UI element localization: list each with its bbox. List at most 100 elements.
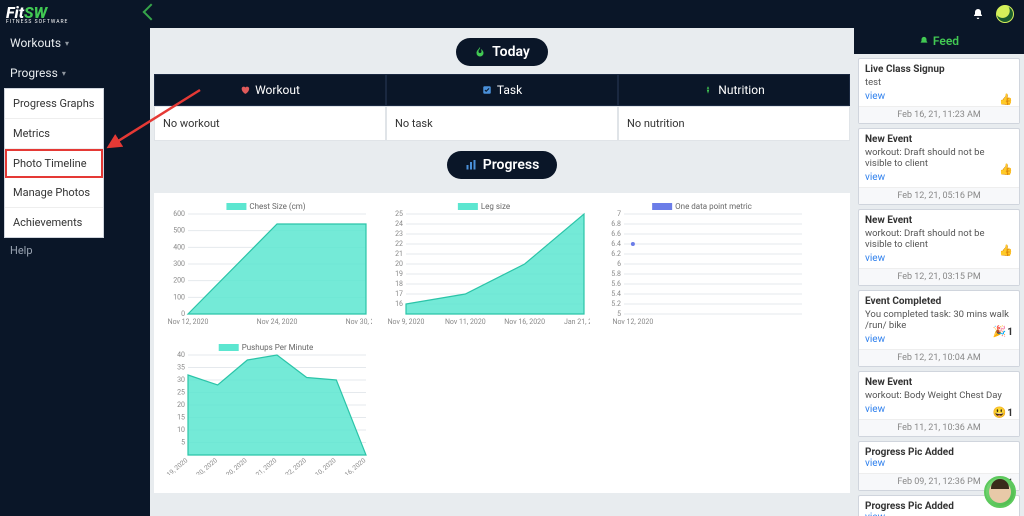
feed-view-link[interactable]: view: [865, 334, 885, 345]
svg-text:200: 200: [173, 277, 185, 285]
svg-text:0: 0: [181, 310, 185, 318]
feed-card-title: New Event: [865, 377, 1013, 388]
tab-task[interactable]: Task: [386, 74, 618, 106]
svg-text:5: 5: [181, 439, 185, 447]
chart-2[interactable]: One data point metric55.25.45.65.866.26.…: [596, 199, 808, 334]
feed-card: New Event workout: Body Weight Chest Day v…: [858, 371, 1020, 437]
svg-text:16: 16: [395, 300, 403, 308]
feed-timestamp: Feb 12, 21, 10:04 AM: [859, 349, 1019, 366]
feed-view-link[interactable]: view: [865, 172, 885, 183]
submenu-photo-timeline[interactable]: Photo Timeline: [5, 149, 103, 178]
svg-text:Aug 21, 2020: Aug 21, 2020: [244, 456, 278, 475]
svg-text:20: 20: [395, 260, 403, 268]
reaction-icon[interactable]: 👍: [999, 244, 1013, 257]
feed-timestamp: Feb 11, 21, 10:36 AM: [859, 419, 1019, 436]
heart-icon: [240, 85, 250, 95]
reaction-icon[interactable]: 👍: [999, 163, 1013, 176]
tab-nutrition[interactable]: Nutrition: [618, 74, 850, 106]
sidebar: Workouts▾ Progress▾ Progress Graphs Metr…: [0, 28, 150, 516]
svg-text:Sep 10, 2020: Sep 10, 2020: [304, 456, 338, 475]
svg-text:5.2: 5.2: [611, 300, 621, 308]
today-pill[interactable]: Today: [456, 38, 548, 66]
svg-text:24: 24: [395, 220, 403, 228]
logo[interactable]: FitSW FITNESS SOFTWARE: [0, 0, 150, 28]
svg-text:35: 35: [177, 364, 185, 372]
feed-card-body: workout: Draft should not be visible to …: [865, 228, 1013, 250]
progress-submenu: Progress Graphs Metrics Photo Timeline M…: [4, 88, 104, 238]
support-avatar: [989, 481, 1011, 503]
svg-text:500: 500: [173, 227, 185, 235]
svg-text:Aug 22, 2020: Aug 22, 2020: [274, 456, 308, 475]
svg-text:5.6: 5.6: [611, 280, 621, 288]
svg-text:5.8: 5.8: [611, 270, 621, 278]
user-avatar[interactable]: [996, 5, 1014, 23]
bell-icon[interactable]: [972, 8, 984, 20]
today-label: Today: [492, 44, 530, 60]
svg-text:17: 17: [395, 290, 403, 298]
reaction-icon[interactable]: 🎉1: [993, 325, 1013, 338]
svg-text:23: 23: [395, 230, 403, 238]
charts-container: Chest Size (cm)0100200300400500600Nov 12…: [154, 193, 850, 493]
progress-label: Progress: [483, 157, 540, 173]
feed-view-link[interactable]: view: [865, 404, 885, 415]
svg-text:5.4: 5.4: [611, 290, 621, 298]
sidebar-item-help[interactable]: Help: [0, 238, 150, 263]
svg-text:21: 21: [395, 250, 403, 258]
svg-text:7: 7: [617, 210, 621, 218]
bars-icon: [465, 159, 477, 171]
progress-pill[interactable]: Progress: [447, 151, 558, 179]
svg-text:300: 300: [173, 260, 185, 268]
feed-card-title: New Event: [865, 134, 1013, 145]
svg-text:Aug 20, 2020: Aug 20, 2020: [214, 456, 248, 475]
reaction-icon[interactable]: 👍: [999, 93, 1013, 106]
svg-text:25: 25: [177, 389, 185, 397]
feed-timestamp: Feb 12, 21, 03:15 PM: [859, 268, 1019, 285]
svg-text:Nov 24, 2020: Nov 24, 2020: [257, 318, 298, 326]
support-chat-button[interactable]: [984, 476, 1016, 508]
task-value: No task: [386, 106, 618, 141]
sidebar-item-progress[interactable]: Progress▾: [0, 58, 150, 88]
submenu-achievements[interactable]: Achievements: [5, 208, 103, 237]
feed-card: New Eventworkout: Draft should not be vi…: [858, 209, 1020, 286]
svg-text:20: 20: [177, 401, 185, 409]
submenu-manage-photos[interactable]: Manage Photos: [5, 178, 103, 208]
submenu-progress-graphs[interactable]: Progress Graphs: [5, 89, 103, 119]
feed-card-body: test: [865, 77, 1013, 88]
feed-card-body: workout: Body Weight Chest Day: [865, 390, 1013, 401]
submenu-metrics[interactable]: Metrics: [5, 119, 103, 149]
main-content: Today Workout Task Nutrition No workout …: [150, 28, 854, 516]
feed-view-link[interactable]: view: [865, 458, 885, 469]
feed-panel: Feed Live Class Signuptestview👍Feb 16, 2…: [854, 28, 1024, 516]
feed-timestamp: Feb 12, 21, 05:16 PM: [859, 187, 1019, 204]
feed-card-title: Progress Pic Added: [865, 447, 1013, 458]
svg-text:6.8: 6.8: [611, 220, 621, 228]
feed-card-body: workout: Draft should not be visible to …: [865, 147, 1013, 169]
feed-view-link[interactable]: view: [865, 91, 885, 102]
check-icon: [482, 85, 492, 95]
svg-text:Nov 16, 2020: Nov 16, 2020: [333, 456, 367, 475]
sidebar-item-workouts[interactable]: Workouts▾: [0, 28, 150, 58]
svg-text:15: 15: [177, 414, 185, 422]
svg-text:25: 25: [395, 210, 403, 218]
feed-card-title: Live Class Signup: [865, 64, 1013, 75]
svg-text:5: 5: [617, 310, 621, 318]
feed-card: Live Class Signup test view 👍Feb 16, 21, 11…: [858, 58, 1020, 124]
feed-card-title: Event Completed: [865, 296, 1013, 307]
svg-text:600: 600: [173, 210, 185, 218]
chart-1[interactable]: Leg size16171819202122232425Nov 9, 2020N…: [378, 199, 590, 334]
svg-text:6: 6: [617, 260, 621, 268]
tab-workout[interactable]: Workout: [154, 74, 386, 106]
svg-text:6.6: 6.6: [611, 230, 621, 238]
svg-text:Aug 20, 2020: Aug 20, 2020: [185, 456, 219, 475]
feed-view-link[interactable]: view: [865, 512, 885, 516]
feed-timestamp: Feb 16, 21, 11:23 AM: [859, 106, 1019, 123]
feed-view-link[interactable]: view: [865, 253, 885, 264]
svg-text:Nov 30, 2020: Nov 30, 2020: [346, 318, 372, 326]
reaction-icon[interactable]: 😃1: [993, 406, 1013, 419]
chart-0[interactable]: Chest Size (cm)0100200300400500600Nov 12…: [160, 199, 372, 334]
chart-3[interactable]: Pushups Per Minute510152025303540Aug 19,…: [160, 340, 372, 475]
svg-text:30: 30: [177, 376, 185, 384]
svg-text:6.2: 6.2: [611, 250, 621, 258]
svg-text:Nov 9, 2020: Nov 9, 2020: [388, 318, 425, 326]
svg-text:400: 400: [173, 243, 185, 251]
